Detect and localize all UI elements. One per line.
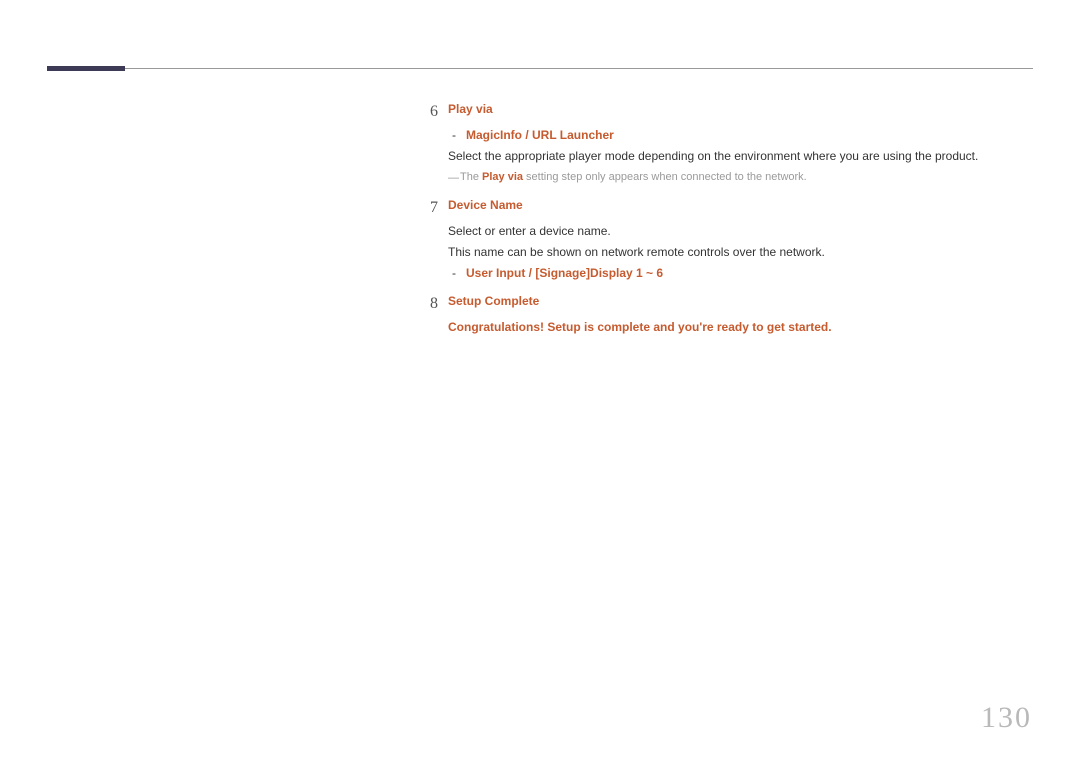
step-number: 8 — [430, 292, 438, 316]
line1: Select or enter a device name. — [448, 222, 1038, 240]
option-text: MagicInfo / URL Launcher — [466, 128, 614, 142]
note-bold: Play via — [482, 171, 523, 183]
step-6-options: - MagicInfo / URL Launcher — [448, 126, 1038, 144]
step-7-options: - User Input / [Signage]Display 1 ~ 6 — [448, 264, 1038, 282]
step-title: Setup Complete — [448, 292, 1038, 310]
option-slash: / — [525, 266, 535, 280]
header-accent — [47, 66, 125, 71]
step-6-note: ― The Play via setting step only appears… — [448, 169, 1038, 186]
line2: This name can be shown on network remote… — [448, 243, 1038, 261]
step-number: 7 — [430, 196, 438, 220]
step-8: 8 Setup Complete Congratulations! Setup … — [448, 292, 1038, 336]
step-6-desc: Select the appropriate player mode depen… — [448, 147, 1038, 165]
congrats-text: Congratulations! Setup is complete and y… — [448, 318, 1038, 336]
note-prefix: The — [460, 171, 482, 183]
option-a: User Input — [466, 266, 525, 280]
option-b: [Signage]Display 1 ~ 6 — [535, 266, 663, 280]
page-number: 130 — [981, 701, 1032, 735]
step-6: 6 Play via - MagicInfo / URL Launcher Se… — [448, 100, 1038, 186]
note-suffix: setting step only appears when connected… — [523, 171, 807, 183]
dash-icon: - — [452, 126, 456, 144]
step-title: Device Name — [448, 196, 1038, 214]
step-title: Play via — [448, 100, 1038, 118]
dash-icon: - — [452, 264, 456, 282]
step-7-body: Select or enter a device name. This name… — [448, 222, 1038, 261]
long-dash-icon: ― — [448, 170, 459, 187]
content-area: 6 Play via - MagicInfo / URL Launcher Se… — [448, 100, 1038, 340]
header-rule — [47, 68, 1033, 69]
step-7: 7 Device Name Select or enter a device n… — [448, 196, 1038, 282]
description-text: Select the appropriate player mode depen… — [448, 147, 1038, 165]
step-number: 6 — [430, 100, 438, 124]
